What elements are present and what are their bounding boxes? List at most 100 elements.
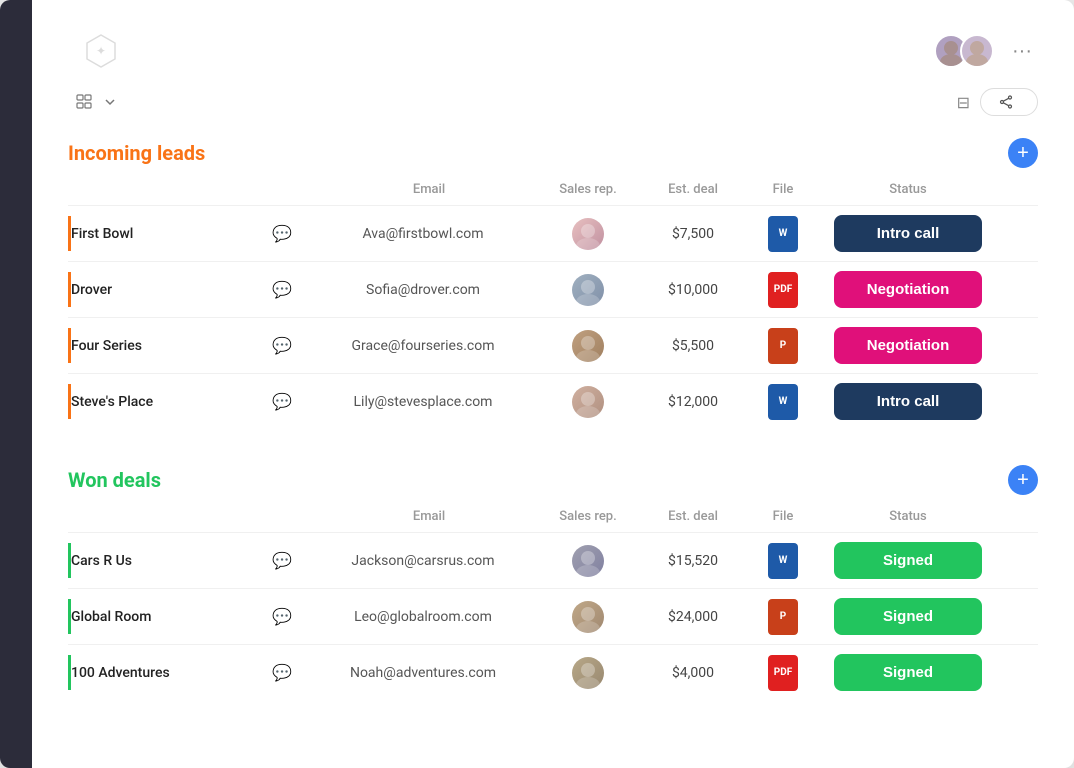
table-row: Global Room💬Leo@globalroom.com $24,000 PS… [68, 588, 1038, 644]
section-title-won: Won deals [68, 468, 161, 492]
section-header-incoming: Incoming leads+ [68, 138, 1038, 168]
table-row: Four Series 💬 Grace@fourseries.com $5,500 P… [68, 317, 1038, 373]
file-badge: P [768, 328, 798, 364]
row-extra-cell [998, 553, 1038, 569]
section-incoming: Incoming leads+EmailSales rep.Est. dealF… [68, 138, 1038, 429]
table-incoming: EmailSales rep.Est. dealFileStatus First … [68, 178, 1038, 429]
row-name-cell[interactable]: Drover 💬 [68, 272, 308, 307]
row-extra-cell [998, 226, 1038, 242]
rep-avatar [572, 601, 604, 633]
col-header-4: File [748, 178, 818, 201]
avatar-2 [960, 34, 994, 68]
status-button[interactable]: Negotiation [834, 271, 982, 308]
header: ✦ [68, 32, 1038, 70]
col-header-6 [998, 505, 1038, 528]
row-name-cell[interactable]: 100 Adventures💬 [68, 655, 308, 690]
row-name-cell[interactable]: Cars R Us💬 [68, 543, 308, 578]
deal-cell: $15,520 [638, 545, 748, 577]
table-row: First Bowl💬Ava@firstbowl.com $7,500WIntr… [68, 205, 1038, 261]
rep-avatar [572, 274, 604, 306]
status-cell: Negotiation [818, 319, 998, 372]
col-header-5: Status [818, 178, 998, 201]
file-badge: P [768, 599, 798, 635]
section-header-won: Won deals + [68, 465, 1038, 495]
row-extra-cell [998, 394, 1038, 410]
status-button[interactable]: Signed [834, 598, 982, 635]
status-button[interactable]: Signed [834, 654, 982, 691]
file-cell[interactable]: W [748, 535, 818, 587]
sales-rep-cell [538, 322, 638, 370]
toolbar-right: ⊟ [957, 88, 1038, 116]
row-extra-cell [998, 665, 1038, 681]
header-left: ✦ [68, 32, 120, 70]
col-header-3: Est. deal [638, 505, 748, 528]
file-cell[interactable]: PDF [748, 647, 818, 699]
file-cell[interactable]: W [748, 208, 818, 260]
col-header-1: Email [320, 178, 538, 201]
row-name: Cars R Us [71, 553, 132, 569]
chat-icon: 💬 [272, 336, 292, 355]
share-icon [999, 95, 1013, 109]
file-cell[interactable]: PDF [748, 264, 818, 316]
row-extra-cell [998, 609, 1038, 625]
email-cell: Ava@firstbowl.com [308, 218, 538, 250]
rep-avatar [572, 545, 604, 577]
email-cell: Grace@fourseries.com [308, 330, 538, 362]
row-name-cell[interactable]: Steve's Place💬 [68, 384, 308, 419]
file-cell[interactable]: P [748, 320, 818, 372]
email-cell: Noah@adventures.com [308, 657, 538, 689]
row-extra-cell [998, 282, 1038, 298]
row-name: Drover [71, 282, 112, 298]
add-row-button-incoming[interactable]: + [1008, 138, 1038, 168]
deal-cell: $12,000 [638, 386, 748, 418]
table-view-button[interactable] [68, 90, 124, 114]
toolbar: ⊟ [68, 88, 1038, 116]
chat-icon: 💬 [272, 280, 292, 299]
status-button[interactable]: Signed [834, 542, 982, 579]
email-cell: Lily@stevesplace.com [308, 386, 538, 418]
col-header-0 [80, 178, 320, 201]
status-cell: Negotiation [818, 263, 998, 316]
table-won: EmailSales rep.Est. dealFileStatusCars R… [68, 505, 1038, 700]
row-extra-cell [998, 338, 1038, 354]
table-icon [76, 94, 92, 110]
file-cell[interactable]: W [748, 376, 818, 428]
add-row-button-won[interactable]: + [1008, 465, 1038, 495]
col-header-2: Sales rep. [538, 178, 638, 201]
deal-cell: $5,500 [638, 330, 748, 362]
file-cell[interactable]: P [748, 591, 818, 643]
status-cell: Intro call [818, 207, 998, 260]
sales-rep-cell [538, 378, 638, 426]
filter-icon[interactable]: ⊟ [957, 93, 970, 112]
table-row: Cars R Us💬Jackson@carsrus.com $15,520W Si… [68, 532, 1038, 588]
status-button[interactable]: Intro call [834, 383, 982, 420]
hex-icon: ✦ [82, 32, 120, 70]
sales-rep-cell [538, 537, 638, 585]
status-button[interactable]: Negotiation [834, 327, 982, 364]
main-content: ✦ [32, 0, 1074, 768]
status-cell: Intro call [818, 375, 998, 428]
col-header-1: Email [320, 505, 538, 528]
more-options-button[interactable]: ··· [1006, 34, 1038, 69]
sales-rep-cell [538, 593, 638, 641]
row-name: Four Series [71, 338, 142, 354]
col-header-3: Est. deal [638, 178, 748, 201]
deal-cell: $10,000 [638, 274, 748, 306]
email-cell: Jackson@carsrus.com [308, 545, 538, 577]
row-name: Steve's Place [71, 394, 153, 410]
email-cell: Sofia@drover.com [308, 274, 538, 306]
col-headers-won: EmailSales rep.Est. dealFileStatus [68, 505, 1038, 532]
sales-rep-cell [538, 649, 638, 697]
rep-avatar [572, 218, 604, 250]
status-cell: Signed [818, 534, 998, 587]
email-cell: Leo@globalroom.com [308, 601, 538, 633]
row-name-cell[interactable]: Global Room💬 [68, 599, 308, 634]
status-button[interactable]: Intro call [834, 215, 982, 252]
deal-cell: $24,000 [638, 601, 748, 633]
row-name-cell[interactable]: Four Series 💬 [68, 328, 308, 363]
row-name-cell[interactable]: First Bowl💬 [68, 216, 308, 251]
share-button[interactable] [980, 88, 1038, 116]
col-header-6 [998, 178, 1038, 201]
file-badge: W [768, 216, 798, 252]
svg-text:✦: ✦ [96, 44, 106, 58]
